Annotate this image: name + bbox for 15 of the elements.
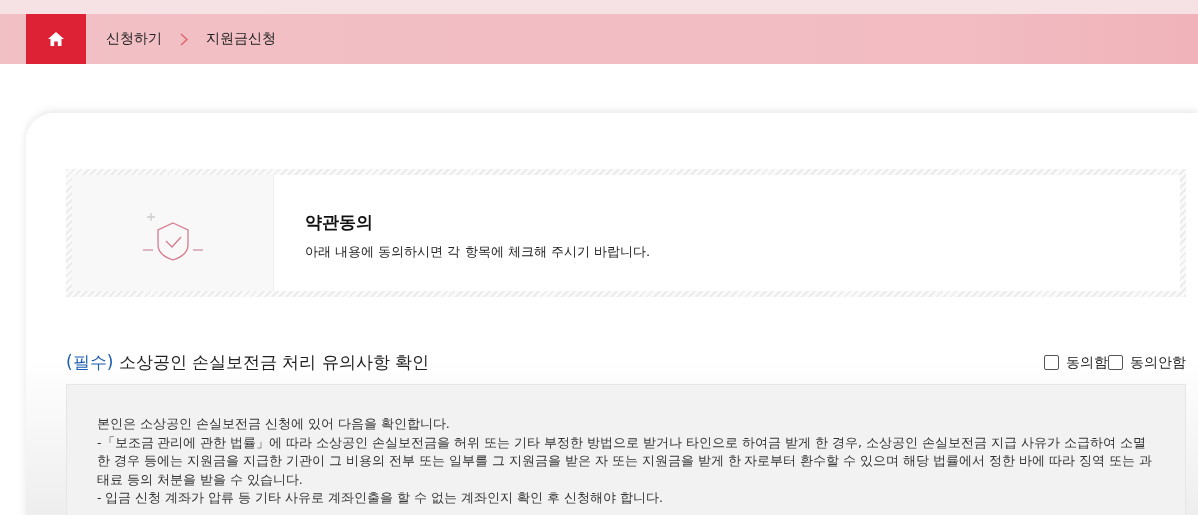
home-icon (48, 32, 64, 46)
agree-option[interactable]: 동의안함 (1108, 353, 1186, 372)
breadcrumb-link[interactable]: 신청하기 (106, 30, 162, 48)
terms-paragraph: -「보조금 관리에 관한 법률」에 따라 소상공인 손실보전금을 허위 또는 기타 부정한 방법으로 받거나 타인으로 하여금 받게 한 경우, 소상공인 손실보전금 지급 사유가 소급하여 소멸한 경우 등에는 지원금을 지급한 기관이 그 비용의 전부 또는 일부를 그 지원금을 받은 자 또는 지원금을 받게 한 자로부터 환수할 수 있으며 해당 법률에서 정한 바에 따라 징역 또는 과태료 등의 처분을 받을 수 있습니다. (97, 433, 1154, 489)
chevron-icon (180, 32, 188, 46)
checkbox[interactable] (1044, 355, 1059, 370)
breadcrumb-link[interactable]: 지원금신청 (206, 30, 276, 48)
terms-paragraph: - 입금 신청 계좌가 압류 등 기타 사유로 계좌인출을 할 수 없는 계좌인지 확인 후 신청해야 합니다. (97, 489, 665, 507)
terms-paragraph: 본인은 소상공인 손실보전금 신청에 있어 다음을 확인합니다. (97, 415, 451, 433)
agree-option[interactable]: 동의함 (1044, 353, 1108, 372)
intro-title: 약관동의 (305, 211, 374, 234)
intro-text: 아래 내용에 동의하시면 각 항목에 체크해 주시기 바랍니다. (305, 243, 652, 261)
checkbox[interactable] (1108, 355, 1123, 370)
home-button[interactable] (26, 14, 86, 64)
terms-heading: (필수) 소상공인 손실보전금 처리 유의사항 확인 (66, 351, 430, 374)
